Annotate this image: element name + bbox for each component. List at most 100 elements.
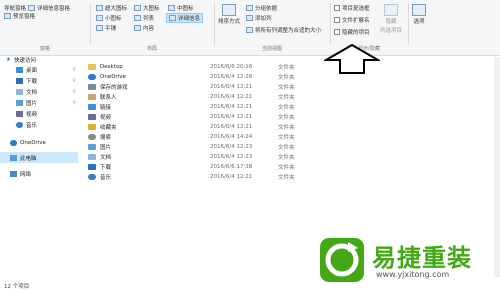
nav-item-label: OneDrive [20, 139, 46, 146]
file-name: 收藏夹 [100, 125, 117, 131]
file-type: 文件夹 [278, 75, 295, 81]
small-icons-button[interactable]: 小图标 [96, 14, 122, 22]
watermark-logo: 易捷重装 www.yjxitong.com [318, 236, 498, 288]
nav-item-pictures[interactable]: 图片 ⚲ [0, 97, 84, 108]
hide-selected-icon [384, 4, 398, 16]
details-pane-button[interactable]: 详细信息窗格 [28, 4, 70, 12]
nav-item-label: 音乐 [26, 122, 38, 129]
large-icons-icon [134, 5, 141, 11]
file-row[interactable]: OneDrive 2016/6/4 12:26 文件夹 [86, 72, 326, 82]
file-row[interactable]: 图片 2016/6/4 12:23 文件夹 [86, 142, 326, 152]
sort-by-label: 排序方式 [218, 19, 241, 25]
file-date: 2016/6/4 12:21 [210, 114, 253, 120]
video-icon [16, 110, 23, 117]
preview-pane-button[interactable]: 预览窗格 [4, 12, 35, 20]
size-all-columns-button[interactable]: 将所有列调整为合适的大小 [246, 26, 321, 34]
file-type: 文件夹 [278, 125, 295, 131]
file-date: 2016/6/4 14:24 [210, 134, 253, 140]
nav-item-downloads[interactable]: 下载 ⚲ [0, 75, 84, 86]
file-row[interactable]: 收藏夹 2016/6/4 12:21 文件夹 [86, 122, 326, 132]
nav-item-documents[interactable]: 文档 ⚲ [0, 86, 84, 97]
sort-by-button[interactable]: 排序方式 [218, 4, 240, 25]
file-type: 文件夹 [278, 85, 295, 91]
file-date: 2016/6/4 12:21 [210, 94, 253, 100]
tiles-label: 平铺 [105, 26, 117, 32]
favorites-icon [88, 124, 96, 130]
layout-group-label: 布局 [146, 46, 157, 52]
list-button[interactable]: 列表 [134, 14, 154, 22]
video-icon [88, 114, 96, 120]
hide-selected-button[interactable]: 隐藏 所选项目 [380, 4, 402, 34]
nav-item-music[interactable]: 音乐 [0, 119, 84, 130]
nav-item-label: 网络 [20, 171, 32, 178]
file-date: 2016/6/6 20:16 [210, 64, 253, 70]
content-icon [134, 25, 141, 31]
file-name: OneDrive [100, 74, 126, 80]
cloud-icon [10, 139, 17, 146]
group-by-label: 分组依据 [255, 6, 278, 12]
details-pane-icon [28, 5, 35, 11]
nav-item-onedrive[interactable]: OneDrive [0, 137, 84, 148]
medium-icons-button[interactable]: 中图标 [168, 4, 194, 12]
item-checkboxes-checkbox[interactable] [334, 5, 340, 11]
file-type: 文件夹 [278, 155, 295, 161]
nav-pane-label: 导航窗格 [4, 6, 27, 12]
preview-pane-icon [4, 13, 11, 19]
preview-pane-label: 预览窗格 [13, 14, 36, 20]
content-label: 内容 [143, 26, 155, 32]
details-view-icon [169, 15, 176, 21]
size-columns-icon [246, 27, 253, 33]
file-row[interactable]: 搜索 2016/6/4 14:24 文件夹 [86, 132, 326, 142]
details-view-button[interactable]: 详细信息 [166, 13, 204, 23]
nav-item-network[interactable]: 网络 [0, 168, 84, 179]
nav-item-label: 桌面 [26, 67, 38, 74]
picture-icon [88, 144, 96, 150]
file-date: 2016/6/4 12:21 [210, 124, 253, 130]
pin-icon[interactable]: ⚲ [72, 78, 76, 84]
nav-item-label: 下载 [26, 78, 38, 85]
onedrive-folder-icon [88, 74, 96, 80]
document-icon [16, 88, 23, 95]
pin-icon[interactable]: ⚲ [72, 100, 76, 106]
links-icon [88, 104, 96, 110]
file-type: 文件夹 [278, 65, 295, 71]
options-button[interactable]: 选项 [412, 4, 426, 25]
file-row[interactable]: 链接 2016/6/4 12:21 文件夹 [86, 102, 326, 112]
nav-item-videos[interactable]: 视频 [0, 108, 84, 119]
nav-item-label: 此电脑 [20, 155, 37, 162]
ribbon-divider [330, 3, 331, 45]
pin-icon[interactable]: ⚲ [72, 67, 76, 73]
file-row[interactable]: 保存的游戏 2016/6/4 12:21 文件夹 [86, 82, 326, 92]
file-date: 2016/6/4 12:21 [210, 174, 253, 180]
file-date: 2016/6/4 12:23 [210, 154, 253, 160]
download-icon [88, 164, 96, 170]
nav-quick-access-label: 快速访问 [13, 57, 36, 64]
pin-icon[interactable]: ⚲ [72, 89, 76, 95]
large-icons-label: 大图标 [143, 6, 160, 12]
tiles-button[interactable]: 平铺 [96, 24, 116, 32]
hidden-items-checkbox[interactable] [334, 29, 340, 35]
item-checkboxes-option[interactable]: 项目复选框 [334, 4, 370, 12]
file-row[interactable]: 音乐 2016/6/4 12:21 文件夹 [86, 172, 326, 182]
file-row[interactable]: 文档 2016/6/4 12:23 文件夹 [86, 152, 326, 162]
document-icon [88, 154, 96, 160]
large-icons-button[interactable]: 大图标 [134, 4, 160, 12]
nav-pane-button[interactable]: 导航窗格 [4, 4, 26, 12]
download-icon [16, 77, 23, 84]
add-columns-button[interactable]: 添加列 [246, 14, 272, 22]
list-label: 列表 [143, 16, 155, 22]
file-row[interactable]: 下载 2016/6/6 17:38 文件夹 [86, 162, 326, 172]
network-icon [10, 170, 17, 177]
hidden-items-option[interactable]: 隐藏的项目 [334, 28, 370, 36]
file-extensions-option[interactable]: 文件扩展名 [334, 16, 370, 24]
content-button[interactable]: 内容 [134, 24, 154, 32]
file-row[interactable]: Desktop 2016/6/6 20:16 文件夹 [86, 62, 326, 72]
file-row[interactable]: 视频 2016/6/4 12:21 文件夹 [86, 112, 326, 122]
group-by-button[interactable]: 分组依据 [246, 4, 277, 12]
file-row[interactable]: 联系人 2016/6/4 12:21 文件夹 [86, 92, 326, 102]
nav-item-desktop[interactable]: 桌面 ⚲ [0, 64, 84, 75]
file-extensions-checkbox[interactable] [334, 17, 340, 23]
nav-item-this-pc[interactable]: 此电脑 [0, 152, 78, 163]
extra-large-icons-button[interactable]: 超大图标 [96, 4, 127, 12]
hide-selected-label-2: 所选项目 [380, 28, 403, 34]
